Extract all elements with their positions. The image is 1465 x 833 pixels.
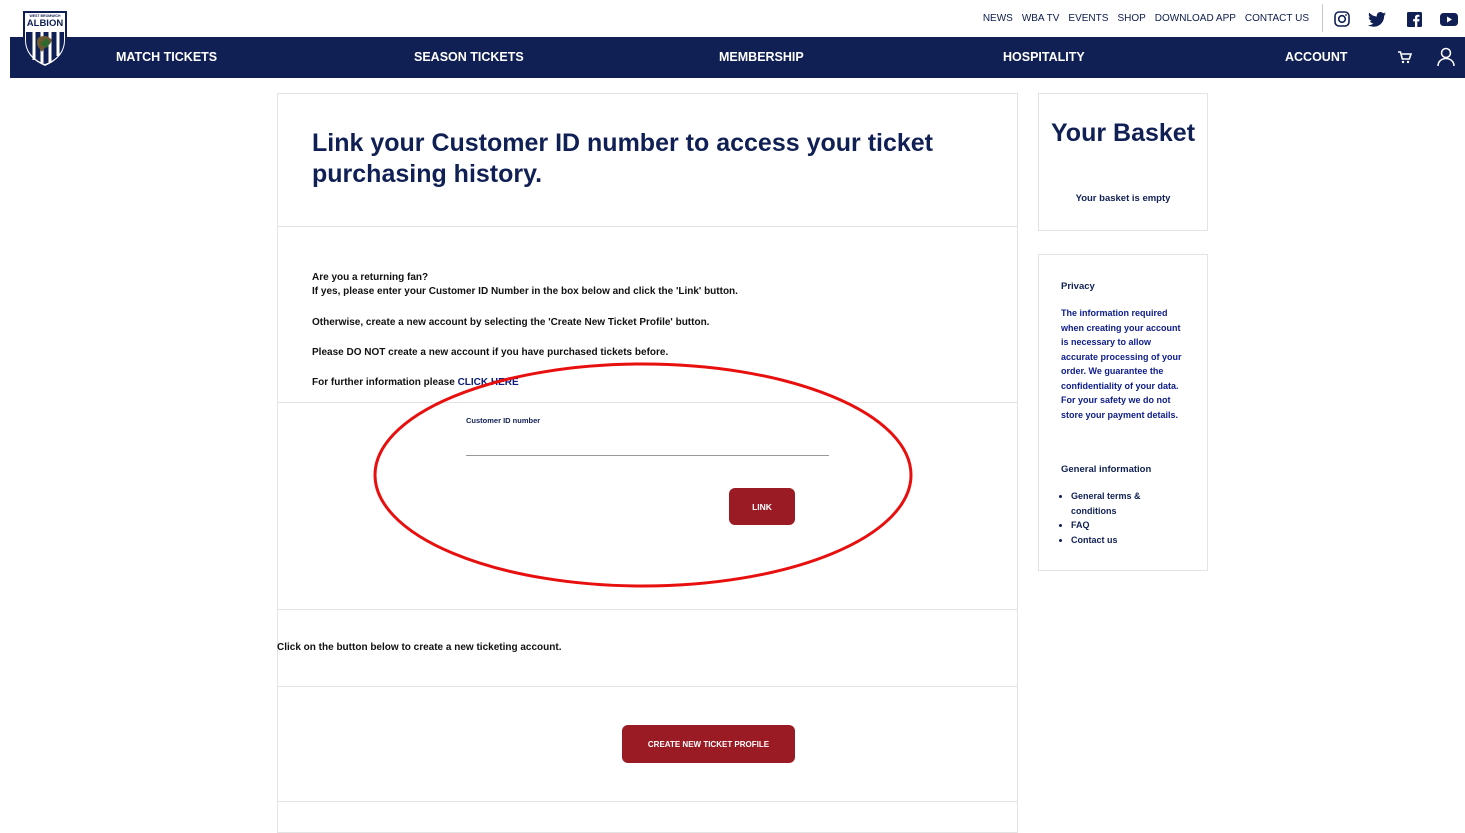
nav-season-tickets[interactable]: SEASON TICKETS xyxy=(414,37,524,78)
basket-panel xyxy=(1038,93,1208,231)
link-button[interactable]: LINK xyxy=(729,488,795,525)
further-info-prefix: For further information please xyxy=(312,377,458,388)
link-faq[interactable]: FAQ xyxy=(1071,518,1181,533)
util-link-shop[interactable]: SHOP xyxy=(1117,13,1145,24)
click-here-link[interactable]: CLICK HERE xyxy=(458,377,519,388)
title-divider xyxy=(277,226,1018,227)
form-divider xyxy=(277,609,1018,610)
nav-match-tickets[interactable]: MATCH TICKETS xyxy=(116,37,217,78)
nav-account[interactable]: ACCOUNT xyxy=(1285,37,1348,78)
create-ticket-profile-button[interactable]: CREATE NEW TICKET PROFILE xyxy=(622,725,795,763)
util-link-download-app[interactable]: DOWNLOAD APP xyxy=(1155,13,1236,24)
intro-line-returning: Are you a returning fan? xyxy=(312,272,429,283)
nav-membership[interactable]: MEMBERSHIP xyxy=(719,37,804,78)
basket-title: Your Basket xyxy=(1050,119,1196,147)
cart-icon[interactable] xyxy=(1398,50,1413,66)
nav-hospitality[interactable]: HOSPITALITY xyxy=(1003,37,1085,78)
link-contact-us[interactable]: Contact us xyxy=(1071,533,1181,548)
intro-line-instructions: If yes, please enter your Customer ID Nu… xyxy=(312,286,738,297)
utility-links: NEWS WBA TV EVENTS SHOP DOWNLOAD APP CON… xyxy=(983,13,1309,24)
basket-empty-text: Your basket is empty xyxy=(1075,193,1171,204)
create-account-text: Click on the button below to create a ne… xyxy=(277,642,562,653)
page-title: Link your Customer ID number to access y… xyxy=(312,129,933,188)
club-logo[interactable]: WEST BROMWICH ALBION xyxy=(22,10,68,69)
util-link-events[interactable]: EVENTS xyxy=(1068,13,1108,24)
intro-line-warning: Please DO NOT create a new account if yo… xyxy=(312,347,669,358)
util-link-news[interactable]: NEWS xyxy=(983,13,1013,24)
utility-divider xyxy=(1322,4,1323,32)
customer-id-input[interactable] xyxy=(466,430,829,456)
general-info-heading: General information xyxy=(1061,464,1152,475)
link-general-terms[interactable]: General terms & conditions xyxy=(1071,489,1181,518)
util-link-wbatv[interactable]: WBA TV xyxy=(1022,13,1060,24)
intro-line-otherwise: Otherwise, create a new account by selec… xyxy=(312,317,710,328)
youtube-icon[interactable] xyxy=(1439,9,1459,29)
logo-main-text: ALBION xyxy=(26,18,64,29)
privacy-text: The information required when creating y… xyxy=(1061,308,1182,420)
facebook-icon[interactable] xyxy=(1404,9,1424,29)
bottom-divider xyxy=(277,801,1018,802)
main-panel xyxy=(277,93,1018,833)
main-navbar: MATCH TICKETS SEASON TICKETS MEMBERSHIP … xyxy=(10,37,1465,78)
create-divider xyxy=(277,686,1018,687)
util-link-contact-us[interactable]: CONTACT US xyxy=(1245,13,1309,24)
customer-id-label: Customer ID number xyxy=(466,416,541,425)
privacy-heading: Privacy xyxy=(1061,281,1095,292)
utility-bar: NEWS WBA TV EVENTS SHOP DOWNLOAD APP CON… xyxy=(0,0,1465,37)
general-info-list: General terms & conditions FAQ Contact u… xyxy=(1061,489,1181,547)
intro-divider xyxy=(277,402,1018,403)
twitter-icon[interactable] xyxy=(1367,9,1387,29)
user-icon[interactable] xyxy=(1437,47,1455,67)
instagram-icon[interactable] xyxy=(1332,9,1352,29)
intro-line-further-info: For further information please CLICK HER… xyxy=(312,376,519,390)
